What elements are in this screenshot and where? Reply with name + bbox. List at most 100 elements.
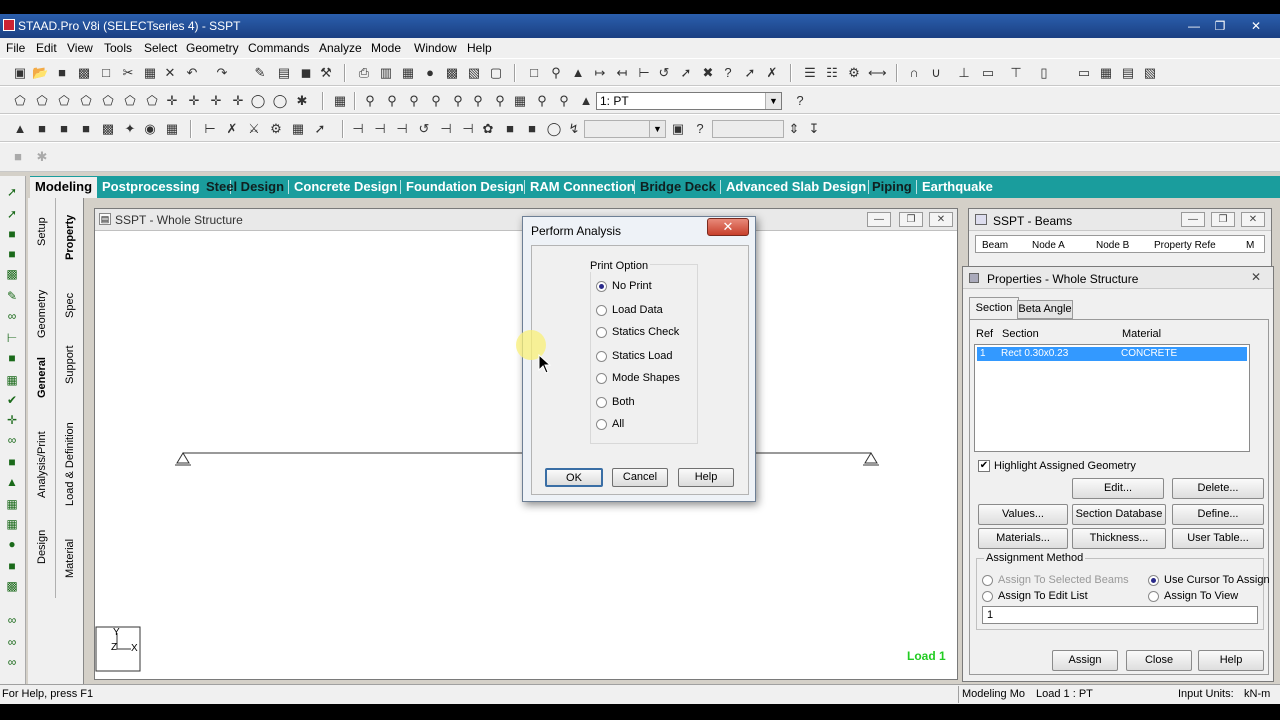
spin-left-icon[interactable]: ◯ [250,93,266,109]
extra-tool-icon[interactable]: ∞ [4,654,20,670]
download-icon[interactable]: ↧ [806,121,822,137]
zoom-in-2-icon[interactable]: ⚲ [406,93,422,109]
table-icon[interactable]: ▦ [164,121,180,137]
line-icon[interactable]: ➚ [312,121,328,137]
camera-icon[interactable]: ● [422,65,438,81]
view-right-icon[interactable]: ⬠ [100,93,116,109]
cursor-icon[interactable]: ➚ [678,65,694,81]
table-tool-icon[interactable]: ▦ [4,516,20,532]
print-icon[interactable]: ⎙ [356,65,372,81]
page-tab-setup[interactable]: Setup [36,217,48,246]
tab-bridge-deck[interactable]: Bridge Deck [640,179,716,194]
structure-wizard-icon[interactable]: ☰ [802,65,818,81]
report-icon[interactable]: ▩ [444,65,460,81]
load-case-dropdown[interactable]: 1: PT ▼ [596,92,782,110]
view-iso-icon[interactable]: ⬠ [12,93,28,109]
gear-icon[interactable]: ⚙ [268,121,284,137]
select-box-icon[interactable]: □ [526,65,542,81]
node-cursor-icon[interactable]: ▲ [12,121,28,137]
symbol-2-icon[interactable]: ⊣ [372,121,388,137]
view-left-icon[interactable]: ⬠ [78,93,94,109]
delete-icon[interactable]: ✕ [162,65,178,81]
zoom-in-icon[interactable]: ⚲ [384,93,400,109]
grid-icon[interactable]: ▤ [276,65,292,81]
view-close-button[interactable]: ✕ [929,212,953,227]
whats-this-icon[interactable]: ➚ [742,65,758,81]
assign-button[interactable]: Assign [1052,650,1118,671]
menu-tools[interactable]: Tools [104,41,132,55]
dialog-close-button[interactable]: ✕ [707,218,749,236]
save-icon[interactable]: ▩ [76,65,92,81]
pointer-icon[interactable]: ➚ [4,206,20,222]
symbol-3-icon[interactable]: ⊣ [394,121,410,137]
report-setup-icon[interactable]: ▧ [466,65,482,81]
page-tab-material[interactable]: Material [64,539,76,578]
move-tool-icon[interactable]: ✛ [4,412,20,428]
symbol-9-icon[interactable]: ■ [524,121,540,137]
tab-concrete-design[interactable]: Concrete Design [294,179,397,194]
spinner-icon[interactable]: ⇕ [786,121,802,137]
property-icon[interactable]: ▯ [1036,65,1052,81]
rotate-right-icon[interactable]: ✛ [230,93,246,109]
menu-analyze[interactable]: Analyze [319,41,362,55]
section-tool-icon[interactable]: ⊢ [4,330,20,346]
add-plate-icon[interactable]: ✗ [224,121,240,137]
tab-postprocessing[interactable]: Postprocessing [102,179,200,194]
menu-mode[interactable]: Mode [371,41,401,55]
open-file-icon[interactable]: 📂 [32,65,48,81]
intersect-icon[interactable]: ⚔ [246,121,262,137]
menu-help[interactable]: Help [467,41,492,55]
symbol-4-icon[interactable]: ↺ [416,121,432,137]
copy-tool-icon[interactable]: ▦ [4,372,20,388]
beam-tool-icon[interactable]: ■ [4,226,20,242]
help-panel-button[interactable]: Help [1198,650,1264,671]
view-restore-button[interactable]: ❐ [899,212,923,227]
section-row[interactable]: 1 Rect 0.30x0.23 CONCRETE [977,347,1247,361]
symbol-7-icon[interactable]: ✿ [480,121,496,137]
delete-button[interactable]: Delete... [1172,478,1264,499]
tab-foundation-design[interactable]: Foundation Design [406,179,524,194]
zoom-out-icon[interactable]: ⚲ [428,93,444,109]
zoom-previous-icon[interactable]: ⚲ [470,93,486,109]
zoom-window-icon[interactable]: ⚲ [362,93,378,109]
plate-tool-icon[interactable]: ■ [4,246,20,262]
menu-window[interactable]: Window [414,41,457,55]
column-header[interactable]: Beam [982,240,1008,251]
minimize-button[interactable]: — [1184,18,1204,34]
menu-commands[interactable]: Commands [248,41,309,55]
symbol-8-icon[interactable]: ■ [502,121,518,137]
tab-section[interactable]: Section [969,297,1019,319]
help-box-icon[interactable]: ? [692,121,708,137]
close-button[interactable]: ✕ [1246,18,1266,34]
view-bottom-icon[interactable]: ⬠ [144,93,160,109]
brush-icon[interactable]: ✗ [764,65,780,81]
page-tab-analysis-print[interactable]: Analysis/Print [36,431,48,498]
tab-piping[interactable]: Piping [872,179,912,194]
select-cursor-icon[interactable]: ➚ [4,184,20,200]
scissors-icon[interactable]: ✖ [700,65,716,81]
tab-modeling[interactable]: Modeling [30,177,98,198]
symbol-1-icon[interactable]: ⊣ [350,121,366,137]
highlight-checkbox[interactable]: ✔ [978,460,990,472]
tab-ram-connection[interactable]: RAM Connection [530,179,635,194]
node-select-icon[interactable]: ▲ [570,65,586,81]
paste-icon[interactable]: ▦ [142,65,158,81]
beams-minimize-button[interactable]: — [1181,212,1205,227]
user-table-button[interactable]: User Table... [1172,528,1264,549]
zoom-dynamic-icon[interactable]: ⚲ [450,93,466,109]
beams-close-button[interactable]: ✕ [1241,212,1265,227]
circular-repeat-icon[interactable]: ⚙ [846,65,862,81]
edit-button[interactable]: Edit... [1072,478,1164,499]
beam-cursor-icon[interactable]: ■ [34,121,50,137]
new-file-icon[interactable]: ▣ [12,65,28,81]
load-tool-icon[interactable]: ▲ [4,474,20,490]
cut-icon[interactable]: ✂ [120,65,136,81]
page-tab-geometry[interactable]: Geometry [36,290,48,338]
tile-icon[interactable]: ▦ [1098,65,1114,81]
beams-table-window[interactable]: SSPT - Beams — ❐ ✕ Beam Node A Node B Pr… [968,208,1272,268]
right-support[interactable] [863,452,879,466]
arc-icon[interactable]: ∩ [906,65,922,81]
column-header[interactable]: Node A [1032,240,1065,251]
spin-right-icon[interactable]: ◯ [272,93,288,109]
edit-tool-icon[interactable]: ✎ [4,288,20,304]
